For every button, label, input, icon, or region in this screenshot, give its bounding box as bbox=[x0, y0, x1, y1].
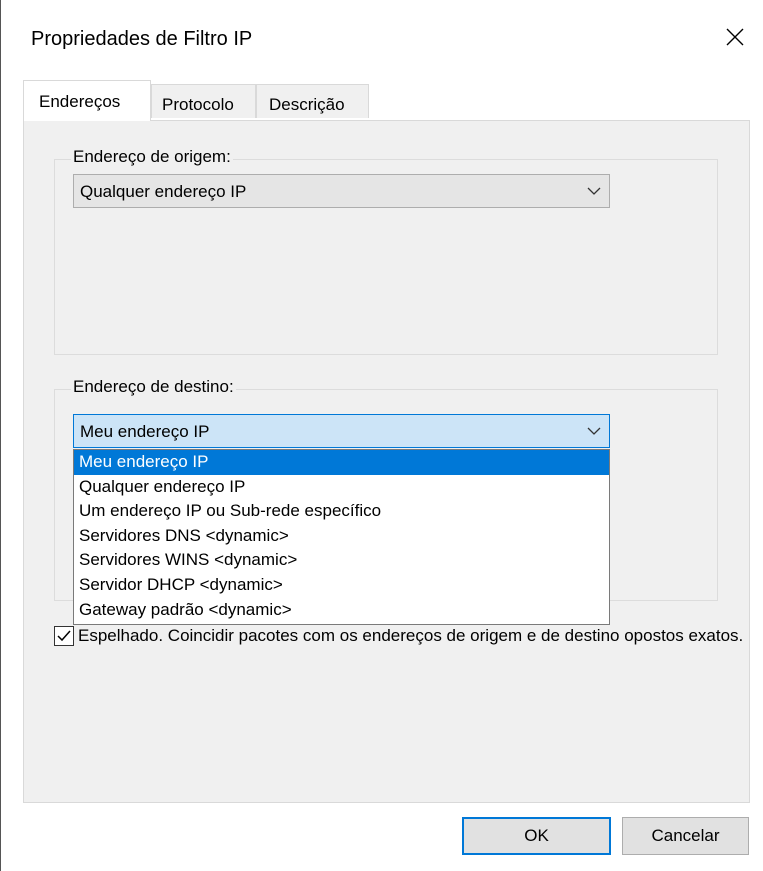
dropdown-option[interactable]: Servidores DNS <dynamic> bbox=[74, 524, 609, 549]
destination-address-dropdown-list: Meu endereço IP Qualquer endereço IP Um … bbox=[73, 449, 610, 625]
mirrored-option: Espelhado. Coincidir pacotes com os ende… bbox=[54, 624, 744, 648]
cancel-button[interactable]: Cancelar bbox=[622, 817, 749, 855]
destination-address-label: Endereço de destino: bbox=[71, 377, 236, 397]
dropdown-option[interactable]: Meu endereço IP bbox=[74, 450, 609, 475]
mirrored-label: Espelhado. Coincidir pacotes com os ende… bbox=[78, 626, 744, 645]
close-icon bbox=[726, 28, 744, 46]
title-bar: Propriedades de Filtro IP bbox=[1, 0, 763, 78]
source-address-label: Endereço de origem: bbox=[71, 147, 233, 167]
dropdown-option[interactable]: Um endereço IP ou Sub-rede específico bbox=[74, 499, 609, 524]
checkmark-icon bbox=[57, 630, 71, 642]
window-title: Propriedades de Filtro IP bbox=[31, 28, 253, 50]
tab-addresses[interactable]: Endereços bbox=[23, 80, 151, 121]
ok-button[interactable]: OK bbox=[462, 817, 611, 855]
dropdown-option[interactable]: Servidor DHCP <dynamic> bbox=[74, 573, 609, 598]
dropdown-option[interactable]: Servidores WINS <dynamic> bbox=[74, 548, 609, 573]
close-button[interactable] bbox=[706, 8, 763, 66]
source-address-select[interactable]: Qualquer endereço IP bbox=[73, 174, 610, 208]
dropdown-option[interactable]: Gateway padrão <dynamic> bbox=[74, 598, 609, 623]
addresses-tab-panel: Endereço de origem: Endereço de destino:… bbox=[23, 120, 750, 803]
chevron-down-icon bbox=[587, 427, 601, 435]
destination-address-value: Meu endereço IP bbox=[80, 422, 210, 441]
tab-protocol[interactable]: Protocolo bbox=[151, 84, 256, 118]
source-address-value: Qualquer endereço IP bbox=[80, 182, 247, 201]
ip-filter-properties-dialog: Propriedades de Filtro IP Endereços Prot… bbox=[0, 0, 763, 871]
chevron-down-icon bbox=[587, 187, 601, 195]
tab-description[interactable]: Descrição bbox=[256, 84, 369, 118]
mirrored-checkbox[interactable] bbox=[54, 626, 74, 646]
destination-address-select[interactable]: Meu endereço IP bbox=[73, 414, 610, 448]
dropdown-option[interactable]: Qualquer endereço IP bbox=[74, 475, 609, 500]
